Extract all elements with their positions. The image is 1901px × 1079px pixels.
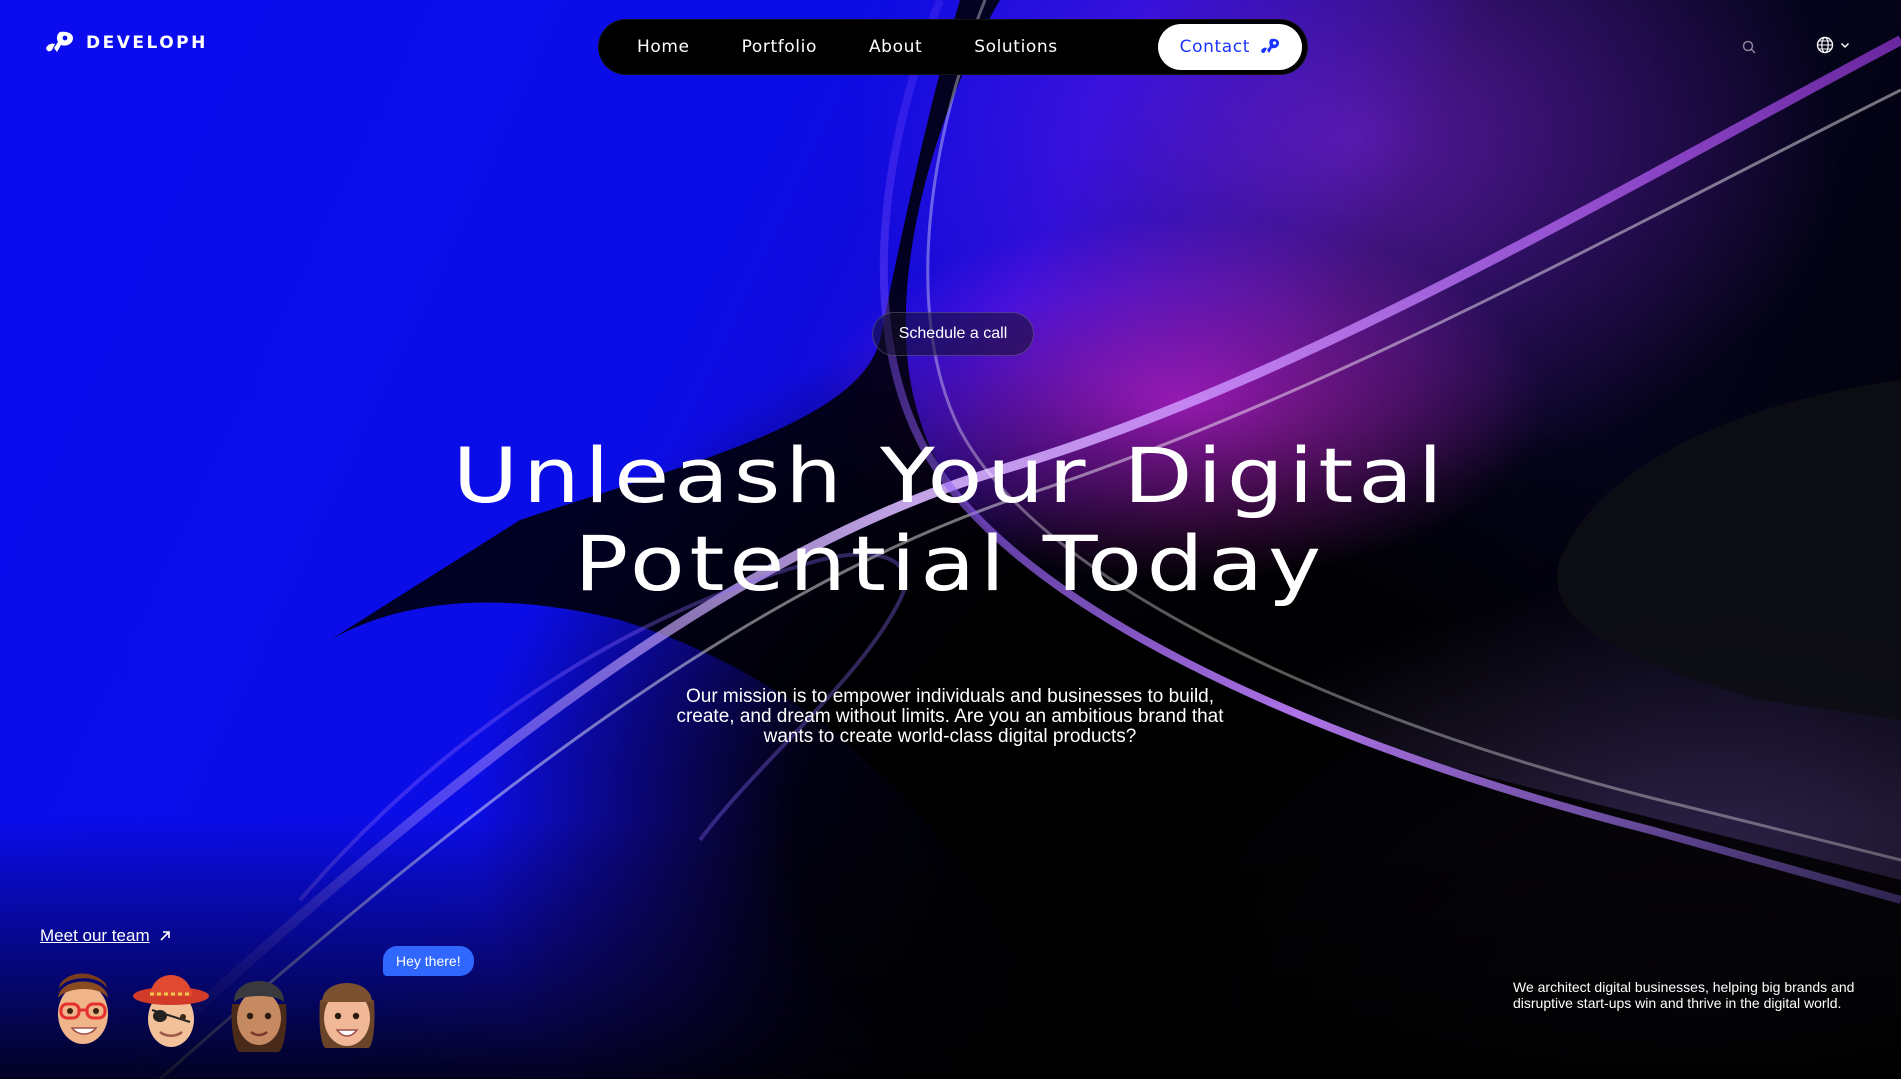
- globe-icon: [1816, 36, 1834, 54]
- avatar-sombrero[interactable]: [132, 964, 210, 1052]
- nav-item-home[interactable]: Home: [611, 37, 716, 57]
- avatar-beanie[interactable]: [220, 964, 298, 1052]
- mission-line-2: create, and dream without limits. Are yo…: [676, 706, 1224, 727]
- contact-button-label: Contact: [1179, 37, 1250, 57]
- mission-statement: Our mission is to empower individuals an…: [640, 687, 1260, 747]
- nav-item-portfolio[interactable]: Portfolio: [716, 37, 843, 57]
- rocket-logo-icon: [46, 31, 73, 52]
- nav-item-solutions[interactable]: Solutions: [948, 37, 1084, 57]
- mission-line-1: Our mission is to empower individuals an…: [685, 686, 1215, 707]
- footer-tagline: We architect digital businesses, helping…: [1513, 979, 1863, 1011]
- nav-item-about[interactable]: About: [843, 37, 948, 57]
- hero-headline-line-1: Unleash Your Digital: [452, 431, 1448, 520]
- chat-bubble: Hey there!: [383, 946, 474, 976]
- avatar-glasses[interactable]: [44, 964, 122, 1052]
- contact-button[interactable]: Contact: [1157, 24, 1302, 70]
- arrow-up-right-icon: [160, 931, 170, 941]
- language-selector[interactable]: [1816, 36, 1850, 54]
- brand-logo[interactable]: DEVELOPH: [44, 30, 208, 56]
- main-nav: Home Portfolio About Solutions Contact: [598, 19, 1308, 75]
- meet-team-label: Meet our team: [40, 926, 150, 945]
- mission-line-3: wants to create world-class digital prod…: [763, 726, 1137, 747]
- brand-name: DEVELOPH: [86, 33, 208, 53]
- hero-headline: Unleash Your Digital Potential Today: [65, 432, 1835, 608]
- avatar-bangs[interactable]: [308, 964, 386, 1052]
- tagline-line-1: We architect digital businesses, helping…: [1513, 979, 1855, 995]
- team-avatars: [44, 964, 386, 1052]
- rocket-icon: [1261, 38, 1279, 54]
- search-icon[interactable]: [1742, 40, 1756, 59]
- meet-team-link[interactable]: Meet our team: [40, 926, 172, 946]
- schedule-call-button[interactable]: Schedule a call: [872, 312, 1034, 356]
- hero-headline-line-2: Potential Today: [574, 519, 1326, 608]
- tagline-line-2: disruptive start-ups win and thrive in t…: [1513, 995, 1842, 1011]
- chevron-down-icon: [1840, 42, 1850, 49]
